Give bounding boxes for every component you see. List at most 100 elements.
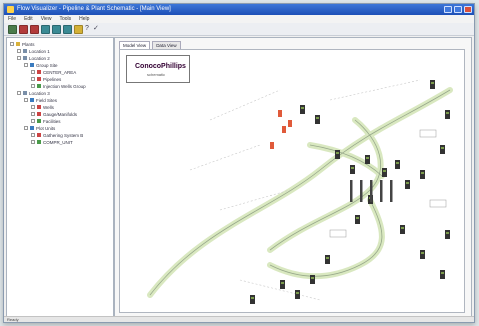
alarm-marker [282, 126, 286, 133]
expand-icon[interactable] [24, 126, 28, 130]
tree-item[interactable]: Field Sites [24, 97, 57, 103]
process-train-icon [350, 180, 353, 202]
road-line [329, 79, 421, 101]
node-icon [37, 77, 41, 81]
equipment-icon [420, 170, 425, 179]
minimize-button[interactable] [444, 6, 452, 13]
equipment-light [396, 162, 399, 164]
expand-icon[interactable] [31, 105, 35, 109]
layers-button[interactable] [41, 24, 50, 34]
equipment-light [251, 297, 254, 299]
expand-icon[interactable] [31, 140, 35, 144]
equipment-icon [440, 270, 445, 279]
equipment-light [441, 272, 444, 274]
tree-item[interactable]: Pipelines [31, 76, 61, 82]
tree-item[interactable]: Facilities [31, 118, 61, 124]
annotation-box [419, 129, 437, 138]
tree-item-label: Injection Wells Group [43, 83, 86, 89]
tree-item-label: Facilities [43, 118, 61, 124]
menu-bar: File Edit View Tools Help [4, 15, 474, 23]
equipment-light [296, 292, 299, 294]
equipment-light [326, 257, 329, 259]
menu-tools[interactable]: Tools [59, 16, 71, 22]
annotation-box [329, 229, 347, 238]
title-bar[interactable]: Flow Visualizer - Pipeline & Plant Schem… [4, 4, 474, 15]
tree-item[interactable]: Location 3 [17, 90, 50, 96]
refresh-button[interactable] [52, 24, 61, 34]
tree-item-label: Location 2 [29, 55, 50, 61]
pipeline-line [149, 89, 451, 296]
equipment-icon [280, 280, 285, 289]
expand-icon[interactable] [31, 70, 35, 74]
node-icon [37, 133, 41, 137]
tree-item-label: Plot Units [36, 125, 56, 131]
alarm-marker [270, 142, 274, 149]
process-train-icon [390, 180, 393, 202]
equipment-icon [295, 290, 300, 299]
tree-item[interactable]: Location 1 [17, 48, 50, 54]
road-line [209, 89, 281, 121]
expand-icon[interactable] [24, 98, 28, 102]
node-icon [37, 112, 41, 116]
tree-item-label: COMPR_UNIT [43, 139, 73, 145]
tree-item[interactable]: Gauge/Manifolds [31, 111, 77, 117]
highlight-button[interactable] [74, 24, 83, 34]
save-button[interactable] [19, 24, 28, 34]
tree-item-label: Gauge/Manifolds [43, 111, 78, 117]
expand-icon[interactable] [31, 112, 35, 116]
tree-item[interactable]: Plants [10, 41, 35, 47]
equipment-icon [350, 165, 355, 174]
expand-icon[interactable] [31, 77, 35, 81]
equipment-light [421, 252, 424, 254]
close-button[interactable] [464, 6, 472, 13]
tree-item[interactable]: Gathering System B [31, 132, 83, 138]
expand-icon[interactable] [17, 56, 21, 60]
menu-file[interactable]: File [8, 16, 16, 22]
expand-icon[interactable] [31, 119, 35, 123]
expand-icon[interactable] [31, 133, 35, 137]
tree-item-label: Field Sites [36, 97, 58, 103]
menu-help[interactable]: Help [79, 16, 89, 22]
tab-data-view[interactable]: Data View [152, 41, 181, 49]
zoom-button[interactable] [63, 24, 72, 34]
help-icon[interactable]: ? [85, 25, 91, 32]
equipment-icon [445, 110, 450, 119]
logo-subtitle: schematic [147, 72, 166, 77]
open-button[interactable] [8, 24, 17, 34]
expand-icon[interactable] [10, 42, 14, 46]
schematic-canvas[interactable]: ConocoPhillips schematic [119, 49, 465, 313]
equipment-icon [420, 250, 425, 259]
expand-icon[interactable] [31, 84, 35, 88]
node-icon [23, 91, 27, 95]
equipment-icon [325, 255, 330, 264]
check-icon[interactable]: ✓ [93, 25, 99, 32]
equipment-light [431, 82, 434, 84]
process-train-icon [380, 180, 383, 202]
schematic-drawing[interactable] [120, 50, 464, 312]
tree-item[interactable]: Location 2 [17, 55, 50, 61]
print-button[interactable] [30, 24, 39, 34]
tree-item[interactable]: COMPR_UNIT [31, 139, 73, 145]
menu-view[interactable]: View [41, 16, 52, 22]
equipment-icon [405, 180, 410, 189]
tree-item[interactable]: Wells [31, 104, 54, 110]
expand-icon[interactable] [17, 91, 21, 95]
tree-item[interactable]: Group Site [24, 62, 58, 68]
maximize-button[interactable] [454, 6, 462, 13]
expand-icon[interactable] [24, 63, 28, 67]
tree-item[interactable]: Plot Units [24, 125, 55, 131]
expand-icon[interactable] [17, 49, 21, 53]
equipment-light [406, 182, 409, 184]
tree-item[interactable]: CENTER_AREA [31, 69, 76, 75]
tree-item[interactable]: Injection Wells Group [31, 83, 86, 89]
menu-edit[interactable]: Edit [24, 16, 33, 22]
tab-model-view[interactable]: Model View [119, 41, 151, 49]
window-title: Flow Visualizer - Pipeline & Plant Schem… [17, 6, 171, 12]
equipment-light [441, 147, 444, 149]
status-text: Ready [7, 317, 19, 322]
equipment-light [336, 152, 339, 154]
node-icon [30, 63, 34, 67]
process-train-icon [360, 180, 363, 202]
tree-view[interactable]: Plants Location 1 Location 2 Group Site CENT… [6, 37, 114, 319]
node-icon [23, 56, 27, 60]
